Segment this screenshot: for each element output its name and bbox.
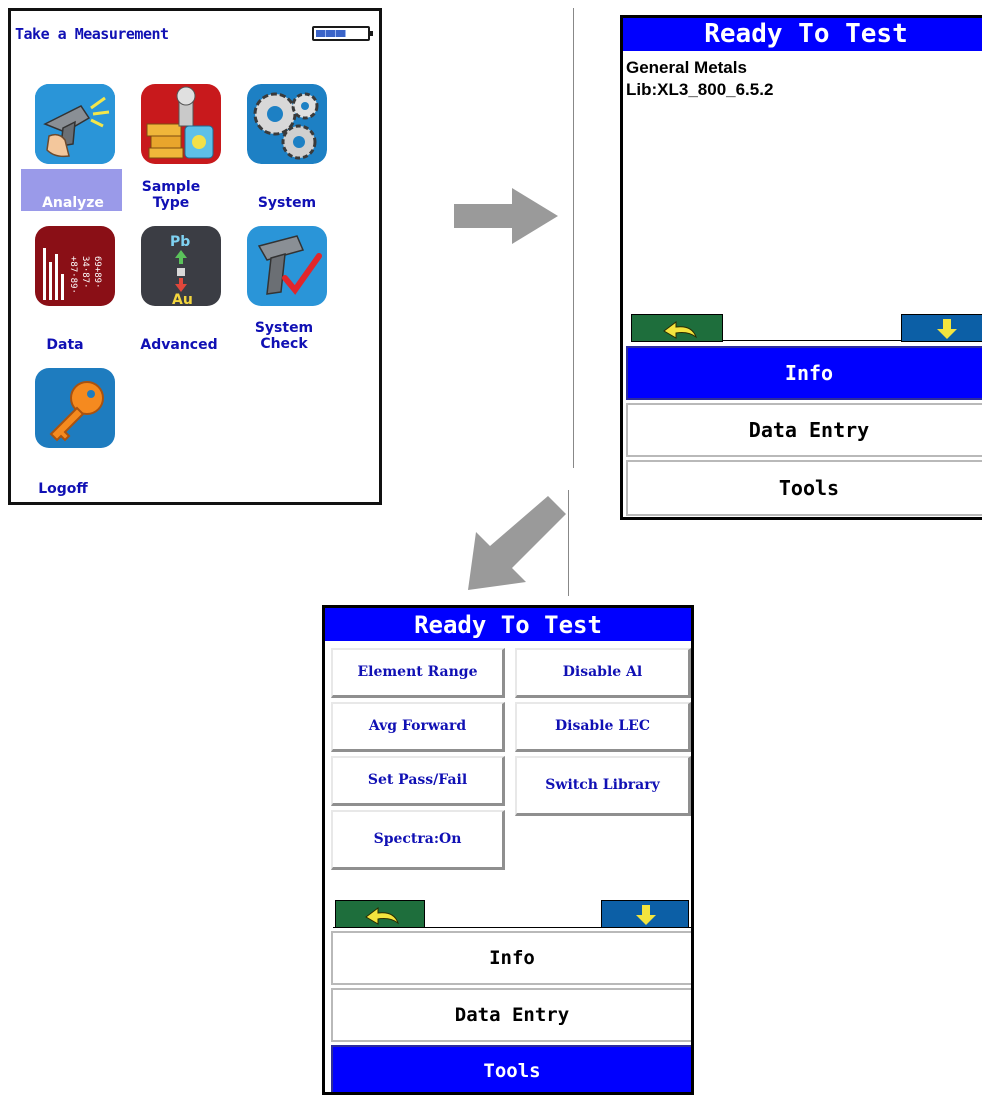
scroll-down-button[interactable] bbox=[901, 314, 982, 342]
down-arrow-icon bbox=[937, 319, 957, 339]
menu-item-system[interactable]: System bbox=[251, 195, 323, 211]
svg-text:34·87·: 34·87· bbox=[80, 256, 90, 289]
key-icon[interactable] bbox=[35, 368, 115, 448]
menu-info[interactable]: Info bbox=[626, 346, 982, 400]
menu-item-analyze[interactable]: Analyze bbox=[23, 195, 123, 211]
home-menu-screen: Take a Measurement Analyze Sample Type S… bbox=[8, 8, 382, 505]
pb-au-advanced-icon[interactable]: Pb Au bbox=[141, 226, 221, 306]
spectra-toggle-button[interactable]: Spectra:On bbox=[331, 810, 505, 870]
svg-text:+87·89·: +87·89· bbox=[68, 256, 78, 294]
down-left-arrow-icon bbox=[468, 496, 566, 590]
scroll-down-button[interactable] bbox=[601, 900, 689, 928]
menu-data-entry[interactable]: Data Entry bbox=[626, 403, 982, 457]
back-button[interactable] bbox=[335, 900, 425, 928]
switch-library-button[interactable]: Switch Library bbox=[515, 756, 691, 816]
menu-data-entry[interactable]: Data Entry bbox=[331, 988, 691, 1042]
tools-screen: Ready To Test Element Range Avg Forward … bbox=[322, 605, 694, 1095]
avg-forward-button[interactable]: Avg Forward bbox=[331, 702, 505, 752]
battery-icon bbox=[312, 26, 373, 41]
system-check-icon[interactable] bbox=[247, 226, 327, 306]
right-arrow-icon bbox=[454, 188, 558, 244]
back-button[interactable] bbox=[631, 314, 723, 342]
menu-info[interactable]: Info bbox=[331, 931, 691, 985]
svg-text:Pb: Pb bbox=[170, 234, 190, 250]
down-arrow-icon bbox=[636, 905, 656, 925]
divider-line bbox=[573, 8, 574, 468]
menu-item-data[interactable]: Data bbox=[35, 337, 95, 353]
menu-item-system-check[interactable]: System Check bbox=[247, 320, 321, 352]
menu-item-sample-type[interactable]: Sample Type bbox=[141, 179, 201, 211]
analyzer-gun-icon[interactable] bbox=[35, 84, 115, 164]
library-label: Lib:XL3_800_6.5.2 bbox=[626, 80, 774, 99]
set-pass-fail-button[interactable]: Set Pass/Fail bbox=[331, 756, 505, 806]
screen-header: Ready To Test bbox=[325, 608, 691, 641]
gears-icon[interactable] bbox=[247, 84, 327, 164]
ready-to-test-screen: Ready To Test General Metals Lib:XL3_800… bbox=[620, 15, 982, 520]
screen-header: Ready To Test bbox=[623, 18, 982, 51]
menu-tools[interactable]: Tools bbox=[331, 1045, 691, 1092]
menu-item-logoff[interactable]: Logoff bbox=[33, 481, 93, 497]
menu-item-advanced[interactable]: Advanced bbox=[131, 337, 227, 353]
menu-title: Take a Measurement bbox=[15, 25, 169, 43]
mode-label: General Metals bbox=[626, 58, 747, 77]
back-arrow-icon bbox=[663, 321, 697, 339]
element-range-button[interactable]: Element Range bbox=[331, 648, 505, 698]
disable-al-button[interactable]: Disable Al bbox=[515, 648, 691, 698]
back-arrow-icon bbox=[365, 907, 399, 925]
menu-tools[interactable]: Tools bbox=[626, 460, 982, 516]
disable-lec-button[interactable]: Disable LEC bbox=[515, 702, 691, 752]
svg-text:69+89·: 69+89· bbox=[92, 256, 102, 289]
svg-text:Au: Au bbox=[172, 292, 193, 306]
data-chart-icon[interactable]: +87·89· 34·87· 69+89· bbox=[35, 226, 115, 306]
sample-type-icon[interactable] bbox=[141, 84, 221, 164]
